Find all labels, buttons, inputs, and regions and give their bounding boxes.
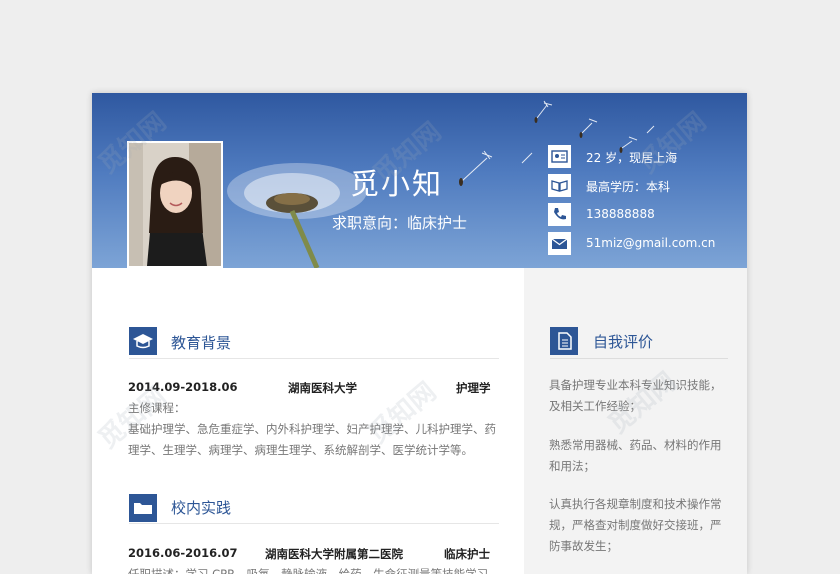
section-divider: [129, 523, 499, 524]
contact-text: 22 岁，现居上海: [586, 151, 678, 165]
contact-text: 最高学历：本科: [586, 180, 671, 194]
phone-icon: [548, 203, 571, 226]
contact-text: 138888888: [586, 207, 655, 221]
practice-org: 湖南医科大学附属第二医院: [265, 547, 403, 561]
education-period: 2014.09-2018.06: [128, 380, 238, 394]
section-divider: [550, 358, 728, 359]
practice-period: 2016.06-2016.07: [128, 546, 238, 560]
practice-description: 任职描述：学习 CPR、吸氧、静脉输液、给药、生命征测量等技能学习: [128, 567, 489, 574]
book-icon: [548, 174, 571, 197]
job-intent: 求职意向：临床护士: [332, 214, 468, 232]
candidate-name: 觅小知: [350, 167, 444, 201]
section-divider: [129, 358, 499, 359]
practice-title: 校内实践: [171, 499, 232, 517]
education-title: 教育背景: [171, 334, 232, 352]
graduation-cap-icon: [129, 327, 157, 355]
courses-list: 基础护理学、急危重症学、内外科护理学、妇产护理学、儿科护理学、药理学、生理学、病…: [128, 422, 496, 457]
self-eval-title: 自我评价: [593, 333, 654, 351]
education-major: 护理学: [456, 381, 491, 395]
self-eval-item: 熟悉常用器械、药品、材料的作用和用法；: [549, 438, 722, 473]
practice-role: 临床护士: [444, 547, 490, 561]
self-eval-item: 具备护理专业本科专业知识技能，及相关工作经验；: [549, 378, 722, 413]
document-icon: [550, 327, 578, 355]
self-eval-item: 认真执行各规章制度和技术操作常规，严格查对制度做好交接班，严防事故发生；: [549, 497, 722, 553]
courses-label: 主修课程：: [128, 401, 186, 415]
contact-text: 51miz@gmail.com.cn: [586, 236, 716, 250]
resume-header: 觅小知 求职意向：临床护士 22 岁，现居上海 最高学历：本科 13888888…: [92, 93, 747, 268]
mail-icon: [548, 232, 571, 255]
folder-icon: [129, 494, 157, 522]
id-card-icon: [548, 145, 571, 168]
profile-photo: [127, 141, 223, 268]
education-school: 湖南医科大学: [288, 381, 357, 395]
resume-sheet: 觅小知 求职意向：临床护士 22 岁，现居上海 最高学历：本科 13888888…: [92, 93, 747, 574]
